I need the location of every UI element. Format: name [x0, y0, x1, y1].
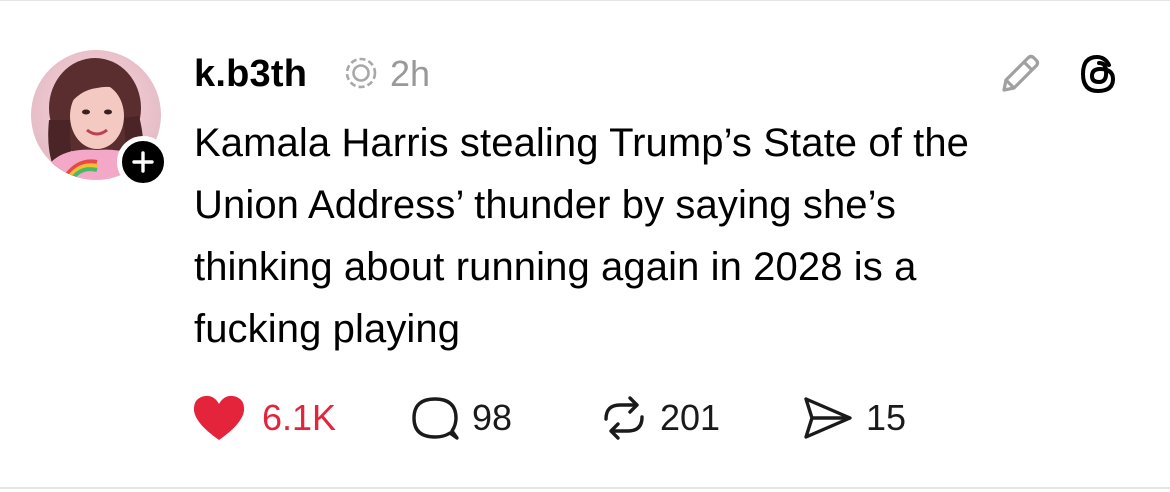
plus-icon — [132, 151, 154, 173]
share-button[interactable]: 15 — [800, 392, 906, 444]
like-count: 6.1K — [262, 397, 337, 438]
post-text-line: Kamala Harris stealing Trump’s State of … — [194, 121, 970, 165]
follow-button[interactable] — [117, 136, 169, 188]
post-text-line: thinking about running again in 2028 is … — [194, 245, 917, 289]
repost-button[interactable]: 201 — [596, 392, 720, 444]
bottom-divider — [0, 487, 1170, 489]
comment-count: 98 — [472, 397, 513, 438]
post-text: Kamala Harris stealing Trump’s State of … — [194, 112, 1144, 360]
share-count: 15 — [866, 397, 907, 438]
verified-badge-icon — [345, 57, 377, 89]
pencil-icon[interactable] — [994, 48, 1046, 100]
comment-bubble-icon — [412, 397, 459, 440]
repost-icon — [604, 396, 644, 440]
top-divider — [0, 0, 1170, 1]
post-timestamp: 2h — [390, 53, 431, 94]
like-button[interactable]: 6.1K — [192, 392, 336, 444]
repost-count: 201 — [660, 397, 721, 438]
send-icon — [804, 397, 852, 439]
threads-logo-icon[interactable] — [1073, 49, 1123, 99]
username[interactable]: k.b3th — [194, 52, 307, 96]
post-text-line: fucking playing — [194, 307, 461, 351]
heart-icon — [193, 395, 245, 440]
post-text-line: Union Address’ thunder by saying she’s — [194, 183, 897, 227]
comment-button[interactable]: 98 — [410, 392, 512, 444]
